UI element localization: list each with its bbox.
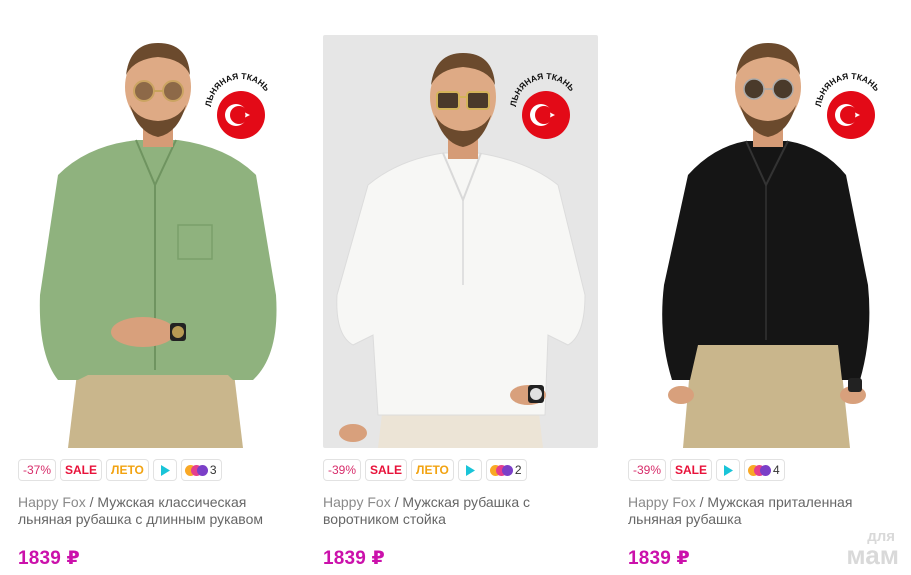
colors-button[interactable]: 2 — [485, 459, 527, 481]
title-separator: / — [390, 494, 403, 510]
play-triangle-icon — [160, 464, 170, 476]
product-grid: ЛЬНЯНАЯ ТКАНЬ -37% SALE ЛЕТО 3 Happy Fox… — [0, 0, 911, 575]
colors-button[interactable]: 3 — [180, 459, 222, 481]
product-badges: -39% SALE 4 — [628, 459, 785, 481]
play-triangle-icon — [724, 464, 734, 476]
product-title[interactable]: Happy Fox / Мужская приталенная льняная … — [628, 494, 903, 528]
color-swatches-icon — [748, 464, 772, 476]
product-card[interactable]: ЛЬНЯНАЯ ТКАНЬ -39% SALE 4 Happy Fox / Му… — [628, 35, 903, 575]
play-triangle-icon — [465, 464, 475, 476]
product-badges: -37% SALE ЛЕТО 3 — [18, 459, 222, 481]
product-photo[interactable]: ЛЬНЯНАЯ ТКАНЬ — [628, 35, 903, 448]
product-card[interactable]: ЛЬНЯНАЯ ТКАНЬ -37% SALE ЛЕТО 3 Happy Fox… — [18, 35, 293, 575]
color-swatches-icon — [489, 464, 513, 476]
sale-badge: SALE — [670, 459, 713, 481]
colors-count: 3 — [209, 463, 217, 477]
watermark-line2: мам — [846, 539, 899, 570]
colors-count: 2 — [514, 463, 522, 477]
product-price: 1839 ₽ — [323, 548, 385, 569]
colors-count: 4 — [773, 463, 780, 477]
product-photo[interactable]: ЛЬНЯНАЯ ТКАНЬ — [323, 35, 598, 448]
discount-badge: -37% — [18, 459, 57, 481]
color-swatches-icon — [184, 464, 208, 476]
watermark-logo: для мам — [846, 529, 899, 570]
video-button[interactable] — [152, 459, 177, 481]
summer-badge: ЛЕТО — [411, 459, 454, 481]
title-separator: / — [695, 494, 708, 510]
turkey-flag-icon: ЛЬНЯНАЯ ТКАНЬ — [508, 71, 577, 139]
product-photo[interactable]: ЛЬНЯНАЯ ТКАНЬ — [18, 35, 293, 448]
sale-badge: SALE — [365, 459, 408, 481]
title-separator: / — [85, 494, 98, 510]
video-button[interactable] — [457, 459, 482, 481]
product-brand: Happy Fox — [628, 494, 696, 510]
product-badges: -39% SALE ЛЕТО 2 — [323, 459, 527, 481]
product-price: 1839 ₽ — [18, 548, 80, 569]
turkey-flag-icon: ЛЬНЯНАЯ ТКАНЬ — [813, 71, 882, 139]
discount-badge: -39% — [628, 459, 667, 481]
discount-badge: -39% — [323, 459, 362, 481]
product-title[interactable]: Happy Fox / Мужская классическая льняная… — [18, 494, 293, 528]
colors-button[interactable]: 4 — [744, 459, 785, 481]
turkey-flag-icon: ЛЬНЯНАЯ ТКАНЬ — [203, 71, 272, 139]
product-brand: Happy Fox — [18, 494, 86, 510]
product-title[interactable]: Happy Fox / Мужская рубашка с воротником… — [323, 494, 598, 528]
product-brand: Happy Fox — [323, 494, 391, 510]
product-price: 1839 ₽ — [628, 548, 690, 569]
video-button[interactable] — [716, 459, 741, 481]
summer-badge: ЛЕТО — [106, 459, 149, 481]
product-card[interactable]: ЛЬНЯНАЯ ТКАНЬ -39% SALE ЛЕТО 2 Happy Fox… — [323, 35, 598, 575]
sale-badge: SALE — [60, 459, 103, 481]
